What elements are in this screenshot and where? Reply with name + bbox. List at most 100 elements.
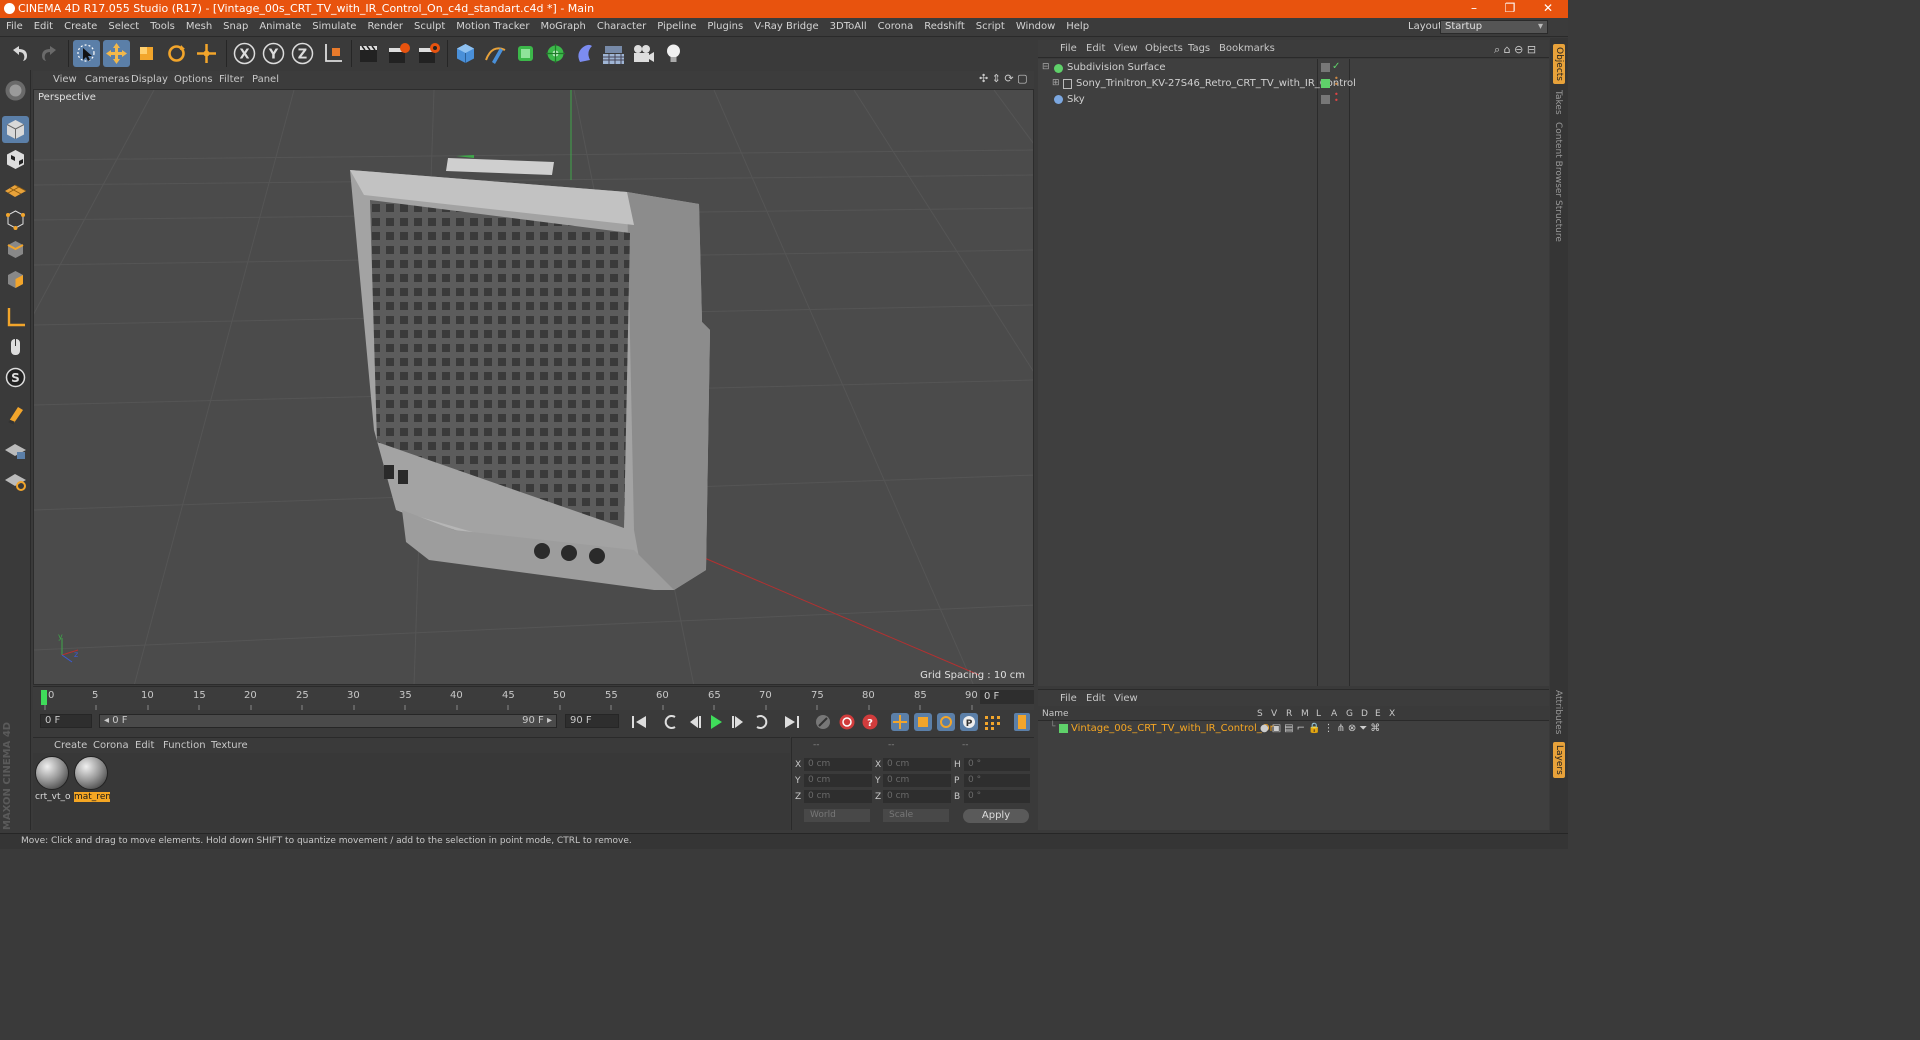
viewport-menu-filter[interactable]: Filter [219, 74, 244, 85]
maximize-button[interactable]: ❐ [1492, 0, 1528, 18]
coordinate-mode-dropdown[interactable]: Scale [883, 809, 949, 822]
end-frame-field[interactable]: 90 F [565, 714, 619, 728]
layer-col-manager[interactable]: M [1301, 709, 1309, 719]
previous-key-icon[interactable] [660, 713, 680, 731]
axis-mode-icon[interactable] [2, 304, 29, 331]
layer-menu-edit[interactable]: Edit [1086, 693, 1105, 704]
menu-animate[interactable]: Animate [253, 18, 306, 32]
material-swatch[interactable]: mat_rem [74, 756, 110, 802]
menu-script[interactable]: Script [970, 18, 1010, 32]
render-settings-icon[interactable] [415, 40, 442, 67]
rotation-h-field[interactable]: 0 ° [964, 758, 1030, 771]
size-y-field[interactable]: 0 cm [883, 774, 951, 787]
tab-objects[interactable]: Objects [1553, 44, 1565, 85]
playhead[interactable] [41, 690, 47, 705]
menu-window[interactable]: Window [1010, 18, 1060, 32]
visibility-dots-icon[interactable]: • • [1334, 91, 1339, 105]
layer-menu-file[interactable]: File [1060, 693, 1077, 704]
layer-col-animation[interactable]: A [1331, 709, 1337, 719]
menu-motion-tracker[interactable]: Motion Tracker [450, 18, 534, 32]
cube-primitive-icon[interactable] [452, 40, 479, 67]
layer-col-view[interactable]: V [1271, 709, 1277, 719]
object-manager-nav-icons[interactable]: ⌕ ⌂ ⊖ ⊟ [1494, 43, 1536, 57]
autokeying-icon[interactable] [837, 713, 857, 731]
layer-col-locked[interactable]: L [1316, 709, 1321, 719]
menu-redshift[interactable]: Redshift [918, 18, 970, 32]
material-swatch[interactable]: crt_vt_or [35, 756, 71, 802]
viewport-navigation-icons[interactable]: ✣ ⇕ ⟳ ▢ [979, 72, 1028, 85]
rotate-tool-icon[interactable] [163, 40, 190, 67]
menu-help[interactable]: Help [1060, 18, 1094, 32]
layer-color-icon[interactable] [1321, 79, 1330, 88]
apply-button[interactable]: Apply [963, 809, 1029, 823]
camera-icon[interactable] [630, 40, 657, 67]
tab-takes[interactable]: Takes [1553, 90, 1563, 115]
menu-render[interactable]: Render [361, 18, 408, 32]
make-editable-icon[interactable] [2, 77, 29, 104]
timeline-layout-icon[interactable] [1012, 713, 1032, 731]
move-tool-icon[interactable] [103, 40, 130, 67]
menu-3dtoall[interactable]: 3DToAll [824, 18, 872, 32]
menu-edit[interactable]: Edit [28, 18, 58, 32]
object-menu-view[interactable]: View [1114, 43, 1138, 54]
lock-workplane-icon[interactable] [2, 437, 29, 464]
expand-icon[interactable]: ⊞ [1052, 78, 1060, 88]
live-selection-icon[interactable] [73, 40, 100, 67]
menu-corona[interactable]: Corona [872, 18, 919, 32]
perspective-viewport[interactable]: Perspective y z Grid Spacing : 10 cm [33, 89, 1034, 685]
layer-flag-icons[interactable]: ●▣▤⌐🔒⋮⋔⊗⏷⌘ [1260, 723, 1383, 734]
object-row[interactable]: ⊟ Subdivision Surface ✓ [1038, 60, 1549, 76]
rotation-p-field[interactable]: 0 ° [964, 774, 1030, 787]
undo-icon[interactable] [6, 40, 33, 67]
tab-content-browser[interactable]: Content Browser [1553, 122, 1563, 197]
menu-vray-bridge[interactable]: V-Ray Bridge [748, 18, 823, 32]
magnet-icon[interactable] [2, 401, 29, 428]
layer-color-icon[interactable] [1059, 724, 1068, 733]
material-menu-texture[interactable]: Texture [211, 740, 248, 751]
editor-visibility-icon[interactable] [1321, 63, 1330, 72]
x-axis-lock-icon[interactable]: X [231, 40, 258, 67]
recent-tools-icon[interactable] [193, 40, 220, 67]
timeline-ruler[interactable]: 0 5 10 15 20 25 30 35 40 45 50 55 60 65 … [33, 686, 1034, 710]
layer-col-xref[interactable]: X [1389, 709, 1395, 719]
cloner-icon[interactable] [542, 40, 569, 67]
menu-file[interactable]: File [0, 18, 28, 32]
rotation-b-field[interactable]: 0 ° [964, 790, 1030, 803]
material-menu-function[interactable]: Function [163, 740, 206, 751]
z-axis-lock-icon[interactable]: Z [289, 40, 316, 67]
material-menu-edit[interactable]: Edit [135, 740, 154, 751]
texture-mode-icon[interactable] [2, 146, 29, 173]
start-frame-field[interactable]: 0 F [40, 714, 92, 728]
object-menu-bookmarks[interactable]: Bookmarks [1219, 43, 1275, 54]
position-z-field[interactable]: 0 cm [804, 790, 872, 803]
menu-plugins[interactable]: Plugins [701, 18, 748, 32]
frame-range-slider[interactable]: ◂ 0 F 90 F ▸ [99, 714, 557, 728]
size-z-field[interactable]: 0 cm [883, 790, 951, 803]
object-row[interactable]: Sky • • [1038, 91, 1549, 108]
enabled-check-icon[interactable]: ✓ [1332, 61, 1340, 72]
current-frame-field[interactable]: 0 F [980, 690, 1034, 704]
subdivision-surface-icon[interactable] [512, 40, 539, 67]
coordinate-space-dropdown[interactable]: World [804, 809, 870, 822]
go-to-end-icon[interactable] [782, 713, 802, 731]
object-menu-edit[interactable]: Edit [1086, 43, 1105, 54]
coordinate-system-icon[interactable] [320, 40, 347, 67]
visibility-dots-icon[interactable]: • • [1334, 75, 1339, 89]
menu-tools[interactable]: Tools [144, 18, 180, 32]
layer-col-render[interactable]: R [1286, 709, 1292, 719]
next-key-icon[interactable] [752, 713, 772, 731]
snapping-icon[interactable]: S [2, 364, 29, 391]
position-y-field[interactable]: 0 cm [804, 774, 872, 787]
layer-col-solo[interactable]: S [1257, 709, 1263, 719]
menu-character[interactable]: Character [591, 18, 651, 32]
tab-layers[interactable]: Layers [1553, 742, 1565, 778]
layer-row[interactable]: └ Vintage_00s_CRT_TV_with_IR_Control_On … [1038, 722, 1549, 736]
editor-visibility-icon[interactable] [1321, 95, 1330, 104]
play-icon[interactable] [706, 713, 726, 731]
minimize-button[interactable]: – [1456, 0, 1492, 18]
viewport-menu-panel[interactable]: Panel [252, 74, 279, 85]
key-scale-icon[interactable] [913, 713, 933, 731]
key-rotation-icon[interactable] [936, 713, 956, 731]
layer-col-deformers[interactable]: D [1361, 709, 1368, 719]
key-position-icon[interactable] [890, 713, 910, 731]
